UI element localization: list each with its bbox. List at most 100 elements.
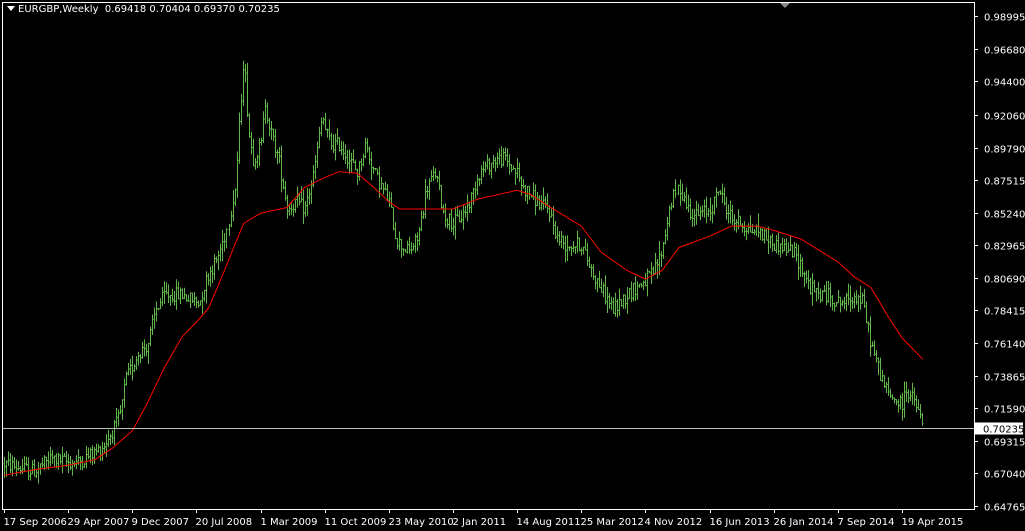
price-bar <box>745 227 748 241</box>
price-bar <box>476 174 479 196</box>
price-bar <box>264 99 267 125</box>
price-bar <box>568 246 571 251</box>
price-bar <box>566 235 569 262</box>
price-bar <box>368 146 371 165</box>
price-bar <box>697 203 700 217</box>
price-bar <box>99 445 102 462</box>
price-bar <box>143 339 146 357</box>
price-bar <box>917 399 920 411</box>
price-tick-label: 0.98995 <box>984 13 1025 24</box>
price-bar <box>63 452 66 457</box>
price-bar <box>552 206 555 235</box>
price-tick-label: 0.96680 <box>984 46 1025 57</box>
price-bar <box>711 204 714 224</box>
price-bar <box>650 262 653 284</box>
price-bar <box>662 242 665 259</box>
price-bar <box>280 145 283 193</box>
price-bar <box>833 302 836 312</box>
price-bar <box>831 295 834 311</box>
price-bar <box>262 111 265 144</box>
price-bar <box>674 179 677 198</box>
price-tick-label: 0.89790 <box>984 145 1025 156</box>
price-bar <box>907 389 910 404</box>
time-tick-label: 14 Aug 2011 <box>517 517 581 528</box>
price-bar <box>672 188 675 209</box>
price-bar <box>97 444 100 453</box>
price-bar <box>111 430 114 444</box>
price-bar <box>87 447 90 460</box>
price-bar <box>881 369 884 383</box>
price-bar <box>775 235 778 254</box>
price-bar <box>55 453 58 469</box>
price-bar <box>592 264 595 281</box>
price-bar <box>574 246 577 255</box>
price-bar <box>470 192 473 214</box>
shift-marker-icon[interactable] <box>780 3 790 8</box>
price-bar <box>155 301 158 322</box>
price-bar <box>282 178 285 190</box>
price-bar <box>203 289 206 302</box>
price-bar <box>717 191 720 196</box>
price-bar <box>474 181 477 199</box>
price-bar <box>913 387 916 406</box>
price-bar <box>636 281 639 300</box>
price-bar <box>440 184 443 209</box>
price-bar <box>434 168 437 179</box>
price-bar <box>681 183 684 201</box>
price-bar <box>773 243 776 251</box>
time-tick-label: 2 Jan 2011 <box>453 517 507 528</box>
price-bar <box>230 210 233 228</box>
price-bar <box>193 292 196 307</box>
price-bar <box>149 326 152 347</box>
time-tick-label: 16 Jun 2013 <box>710 517 770 528</box>
price-bar <box>410 242 413 254</box>
price-bar <box>362 153 365 167</box>
price-bar <box>314 155 317 180</box>
price-bar <box>540 195 543 211</box>
price-bar <box>53 455 56 468</box>
price-bar <box>458 209 461 223</box>
price-bar <box>580 247 583 256</box>
price-bar <box>151 314 154 336</box>
price-bar <box>29 469 32 481</box>
price-bar <box>771 233 774 252</box>
price-bar <box>498 148 501 165</box>
price-bar <box>554 220 557 240</box>
price-bar <box>887 377 890 396</box>
price-bar <box>93 447 96 465</box>
price-bar <box>9 452 12 473</box>
price-bar <box>336 128 339 145</box>
price-bar <box>769 235 772 249</box>
price-bar <box>153 307 156 329</box>
price-bar <box>791 244 794 258</box>
price-bar <box>454 206 457 240</box>
price-bar <box>733 214 736 231</box>
price-bar <box>19 465 22 475</box>
price-bar <box>508 154 511 175</box>
price-bar <box>139 354 142 364</box>
price-bar <box>705 196 708 224</box>
price-bar <box>689 198 692 220</box>
price-bar <box>386 184 389 202</box>
price-bar <box>626 287 629 314</box>
price-bar <box>450 209 453 233</box>
price-bar <box>240 93 243 125</box>
price-bar <box>374 168 377 171</box>
price-bar <box>628 287 631 300</box>
price-bar <box>234 188 237 207</box>
price-bar <box>576 230 579 253</box>
price-bar <box>799 253 802 277</box>
price-bar <box>869 316 872 357</box>
price-chart[interactable]: 0.98995 0.96680 0.94400 0.92060 0.89790 0.875… <box>0 0 1025 531</box>
price-bar <box>390 192 393 208</box>
price-bar <box>871 341 874 347</box>
price-bar <box>801 257 804 277</box>
price-bar <box>430 169 433 182</box>
price-bar <box>141 341 144 359</box>
price-bar <box>893 397 896 404</box>
price-bar <box>119 404 122 414</box>
price-bar <box>81 455 84 471</box>
price-bar <box>586 242 589 267</box>
price-bar <box>749 215 752 233</box>
price-bar <box>558 231 561 246</box>
